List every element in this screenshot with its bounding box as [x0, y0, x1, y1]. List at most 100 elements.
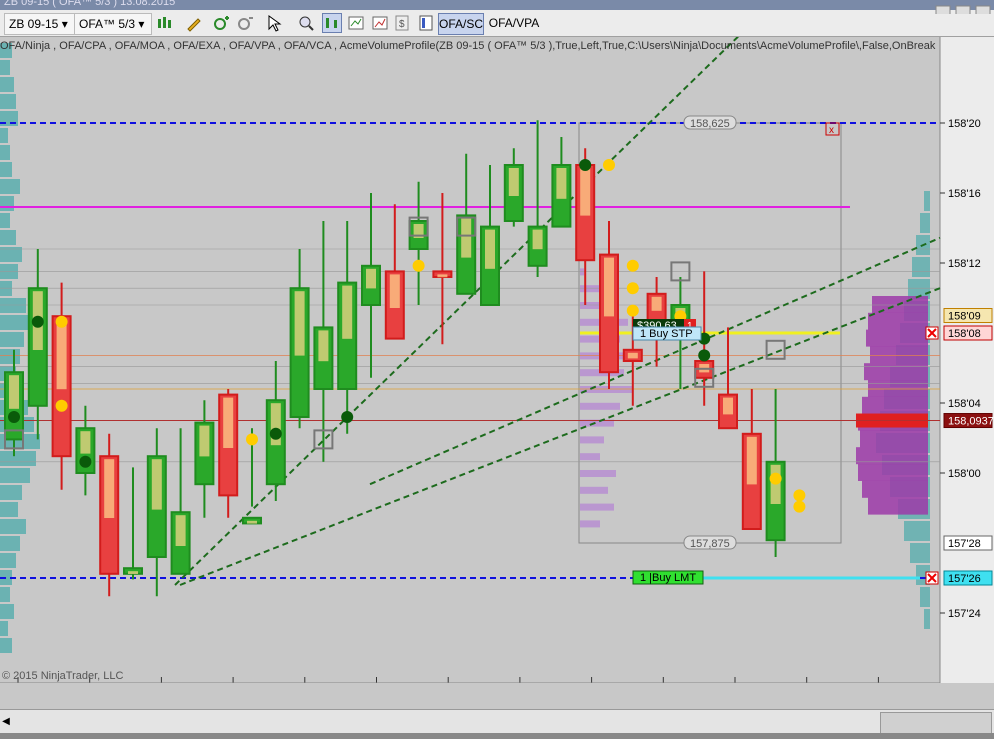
scroll-left-arrow-icon[interactable]: ◀: [0, 712, 12, 732]
value-area-bar: [870, 346, 928, 364]
order-flow-dot: [55, 315, 68, 328]
instrument-label: ZB 09-15: [9, 17, 59, 31]
orderflow-shading: [604, 257, 614, 317]
zoom-out-button[interactable]: [236, 13, 256, 33]
left-volume-bar: [0, 298, 26, 313]
strategies-button[interactable]: [370, 13, 390, 33]
horizontal-scrollbar[interactable]: ◀: [0, 709, 994, 734]
plot-background: [0, 37, 940, 683]
buy-limit-label: 1 |Buy LMT: [640, 572, 696, 584]
order-flow-dot: [626, 282, 639, 295]
bar-chart-button[interactable]: [322, 13, 342, 33]
properties-button[interactable]: [416, 13, 436, 33]
left-volume-bar: [0, 128, 8, 143]
indicators-button[interactable]: [346, 13, 366, 33]
range-low-label: 157,875: [690, 538, 730, 550]
order-flow-dot: [793, 489, 806, 502]
orderflow-shading: [366, 268, 376, 289]
price-marker-label: 158,0937: [948, 416, 994, 428]
ofa-vpa-button[interactable]: OFA/VPA: [488, 13, 540, 33]
zoom-tool-button[interactable]: [296, 13, 316, 33]
orderflow-shading: [508, 168, 519, 196]
left-volume-bar: [0, 536, 20, 551]
cursor-button[interactable]: [264, 13, 284, 33]
price-tick-label: 158'04: [948, 398, 981, 410]
left-volume-bar: [0, 553, 16, 568]
orderflow-shading: [746, 436, 757, 485]
chart-toolbar: ZB 09-15 ▾ OFA™ 5/3 ▾ $ OFA/SC OFA/VPA: [0, 5, 994, 37]
price-marker-label: 158'08: [948, 328, 981, 340]
instrument-selector[interactable]: ZB 09-15 ▾: [4, 13, 78, 35]
order-flow-dot: [8, 411, 20, 423]
session-profile-bar: [580, 386, 632, 393]
order-flow-dot: [55, 399, 68, 412]
orderflow-shading: [461, 218, 472, 258]
value-area-bar: [864, 363, 928, 381]
price-chart[interactable]: $390.6311 Buy STP1 |Buy LMT158,625157,87…: [0, 37, 994, 683]
left-volume-bar: [0, 315, 30, 330]
session-profile-bar: [580, 453, 600, 461]
order-flow-dot: [412, 259, 425, 272]
dollar-button[interactable]: $: [392, 13, 412, 33]
left-volume-bar: [0, 638, 12, 653]
orderflow-shading: [151, 459, 162, 510]
copyright-text: © 2015 NinjaTrader, LLC: [2, 670, 124, 682]
scroll-thumb[interactable]: [880, 712, 992, 734]
price-tick-label: 158'00: [948, 468, 981, 480]
orderflow-shading: [556, 168, 567, 199]
range-high-label: 158,625: [690, 118, 730, 130]
orderflow-shading: [485, 229, 495, 269]
left-volume-bar: [0, 162, 12, 177]
order-flow-dot: [698, 349, 711, 362]
session-profile-bar: [580, 268, 584, 276]
svg-text:$: $: [399, 19, 405, 30]
right-volume-bar: [924, 609, 930, 629]
price-marker-label: 158'09: [948, 311, 981, 323]
orderflow-shading: [651, 296, 662, 311]
title-bar: ZB 09-15 ( OFA™ 5/3 ) 13.08.2015: [0, 0, 994, 10]
orderflow-shading: [532, 229, 543, 250]
order-flow-dot: [603, 159, 615, 171]
ofa-sc-button[interactable]: OFA/SC: [438, 13, 484, 35]
value-area-bar: [862, 480, 928, 498]
left-volume-bar: [0, 60, 10, 75]
chart-style-button[interactable]: [154, 13, 174, 33]
pencil-icon: [187, 18, 201, 32]
candlestick-icon: [158, 17, 171, 28]
drawing-tool-button[interactable]: [184, 13, 204, 33]
zoom-in-button[interactable]: [212, 13, 232, 33]
period-selector[interactable]: OFA™ 5/3 ▾: [74, 13, 152, 35]
value-area-bar: [868, 497, 928, 515]
left-volume-bar: [0, 451, 36, 466]
zoom-in-icon: [214, 16, 229, 30]
session-profile-bar: [580, 503, 614, 511]
value-area-bar: [868, 380, 928, 397]
order-flow-dot: [793, 500, 806, 513]
order-flow-dot: [341, 411, 354, 423]
order-flow-dot: [31, 315, 44, 328]
chart-panel[interactable]: $390.6311 Buy STP1 |Buy LMT158,625157,87…: [0, 37, 994, 683]
value-area-bar: [862, 396, 928, 414]
price-axis-background: [940, 37, 994, 683]
magnifier-icon: [299, 16, 314, 31]
order-flow-dot: [269, 427, 282, 440]
left-volume-bar: [0, 196, 14, 211]
orderflow-shading: [318, 330, 329, 362]
bottom-strip: [0, 733, 994, 739]
right-volume-bar: [912, 257, 930, 277]
left-volume-bar: [0, 230, 16, 245]
orderflow-shading: [56, 319, 67, 390]
price-tick-label: 158'12: [948, 258, 981, 270]
session-profile-bar: [580, 520, 600, 528]
window-buttons-icon: [935, 5, 991, 14]
left-volume-bar: [0, 77, 14, 92]
order-flow-dot: [579, 159, 592, 171]
orderflow-shading: [627, 352, 638, 359]
left-volume-bar: [0, 349, 20, 364]
orderflow-shading: [294, 291, 305, 356]
strategy-icon: [372, 16, 388, 30]
zoom-out-icon: [238, 17, 253, 30]
orderflow-shading: [389, 274, 400, 308]
indicator-list-label: OFA/Ninja , OFA/CPA , OFA/MOA , OFA/EXA …: [0, 40, 936, 52]
left-volume-bar: [0, 604, 14, 619]
